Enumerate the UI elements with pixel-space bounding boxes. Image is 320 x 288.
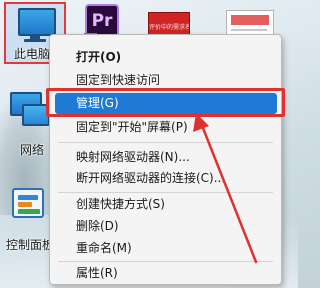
annotation-arrow-icon xyxy=(193,113,258,264)
